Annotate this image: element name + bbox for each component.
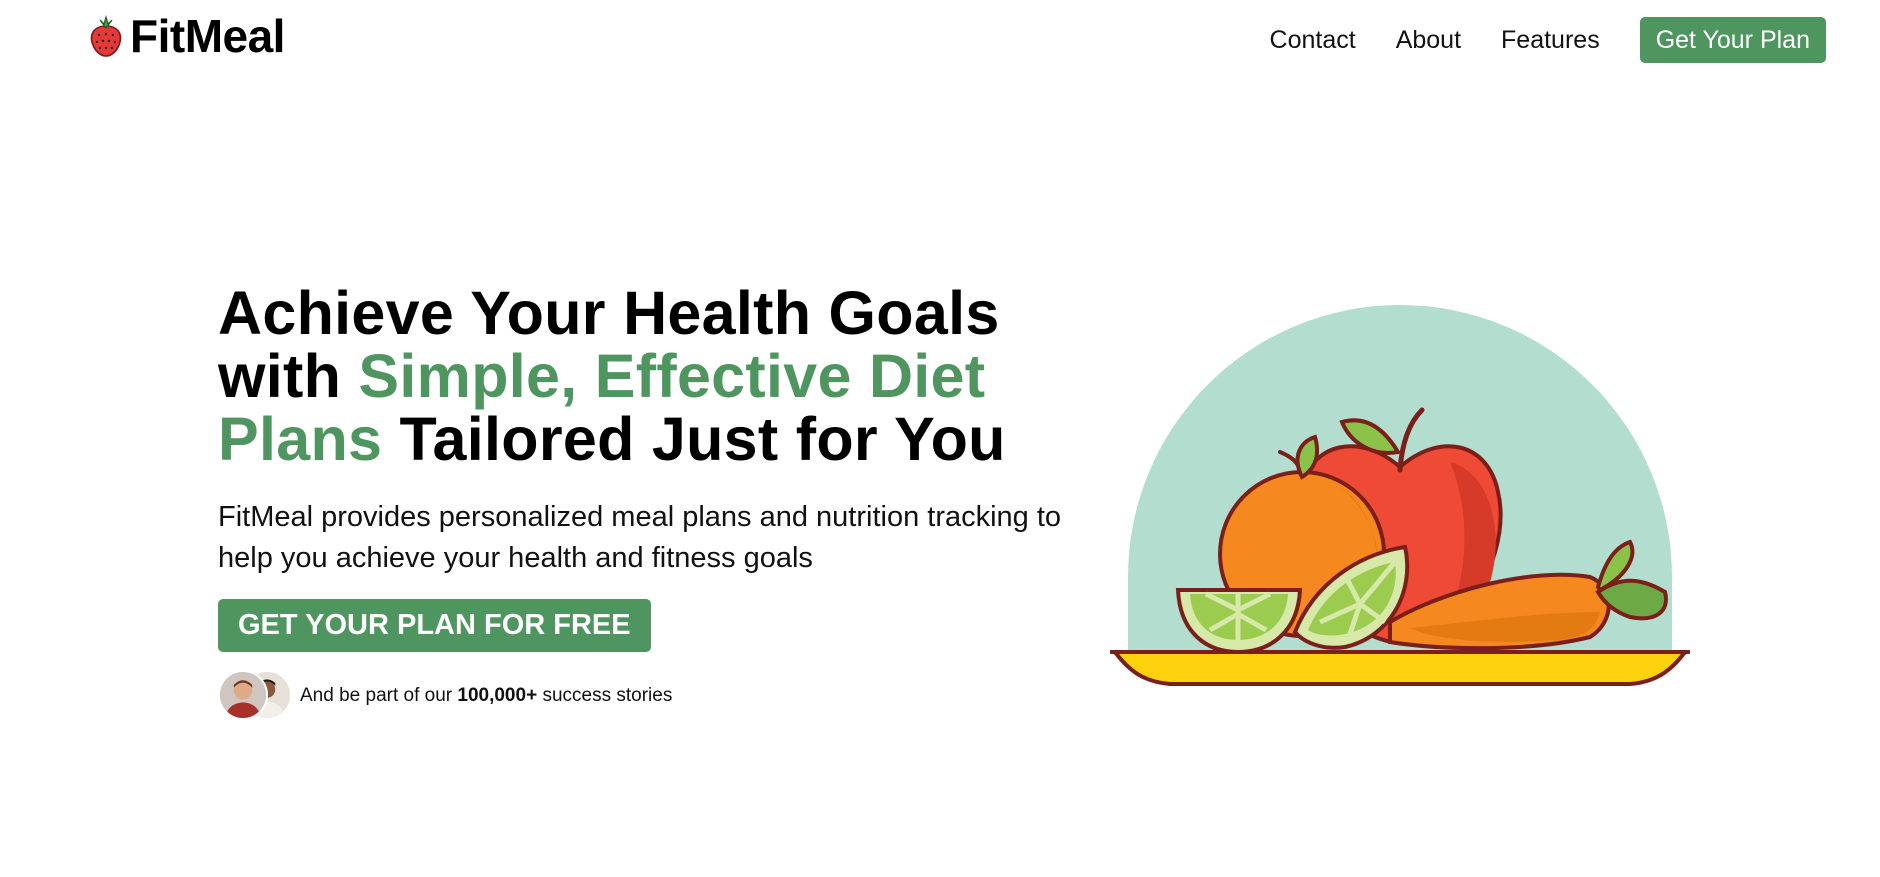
avatar [218,670,268,720]
brand-logo[interactable]: FitMeal [88,10,285,62]
nav-link-features[interactable]: Features [1501,18,1600,62]
top-navbar: FitMeal Contact About Features Get Your … [0,0,1880,80]
get-your-plan-button[interactable]: Get Your Plan [1639,17,1826,63]
social-prefix: And be part of our [300,685,458,706]
nav-link-about[interactable]: About [1396,18,1461,62]
brand-name: FitMeal [130,10,285,62]
social-suffix: success stories [537,685,673,706]
get-plan-free-button[interactable]: GET YOUR PLAN FOR FREE [218,599,651,652]
plate-icon [1110,650,1690,686]
nav-link-contact[interactable]: Contact [1270,18,1356,62]
social-proof-text: And be part of our 100,000+ success stor… [300,685,672,707]
strawberry-icon [90,14,122,57]
social-count: 100,000+ [457,685,538,706]
hero-headline: Achieve Your Health Goals with Simple, E… [218,282,1098,471]
headline-part2: Tailored Just for You [382,405,1006,473]
avatar-group [218,670,292,722]
social-proof: And be part of our 100,000+ success stor… [218,670,1098,722]
nav-links: Contact About Features Get Your Plan [1230,17,1826,63]
fruit-plate-illustration [1110,305,1690,686]
hero-subtext: FitMeal provides personalized meal plans… [218,501,1062,574]
hero-section: Achieve Your Health Goals with Simple, E… [218,282,1098,722]
